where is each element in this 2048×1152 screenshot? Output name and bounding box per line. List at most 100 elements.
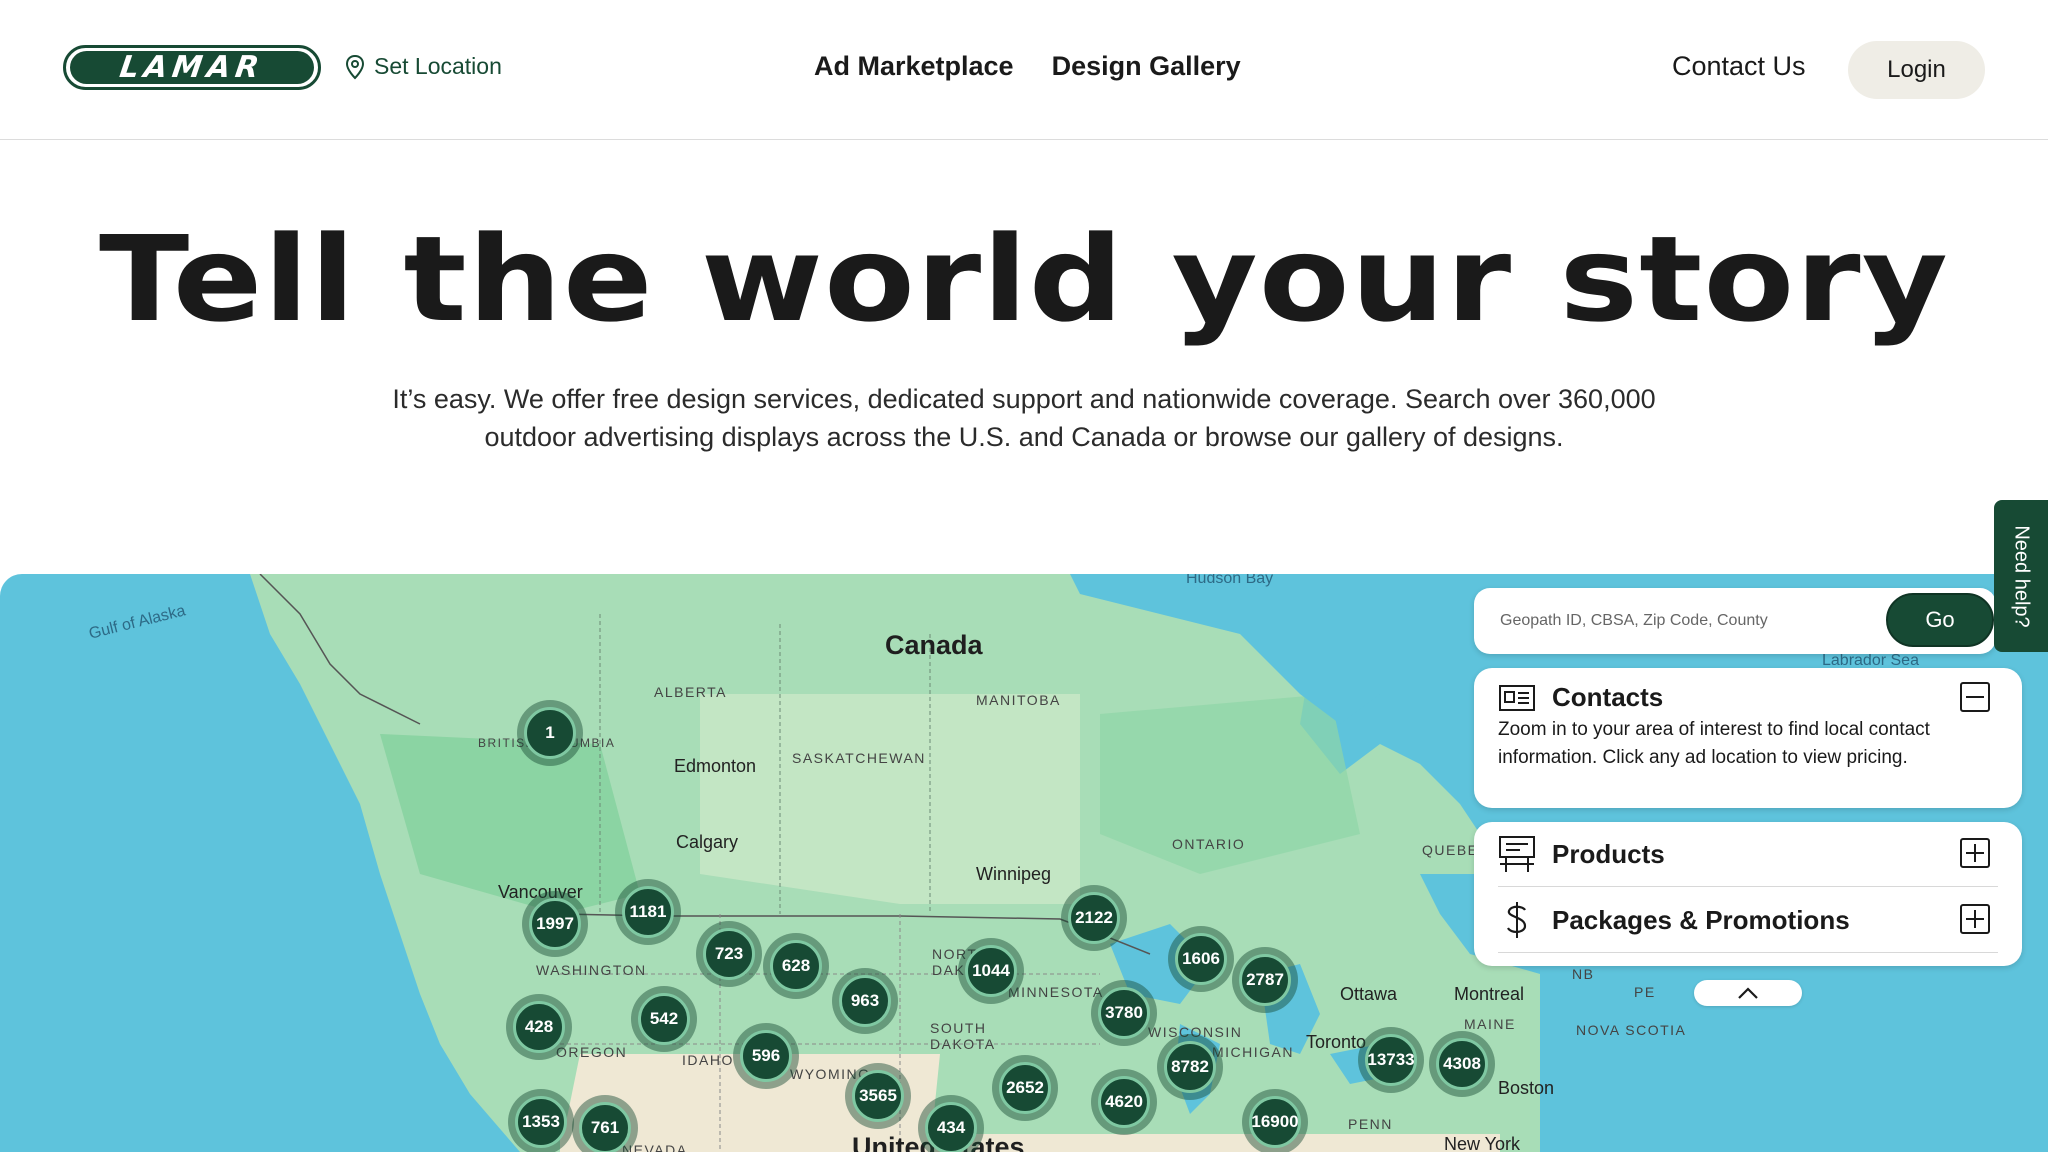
map-label-oregon: OREGON: [556, 1044, 628, 1060]
map-cluster[interactable]: 596: [733, 1023, 799, 1089]
contacts-description: Zoom in to your area of interest to find…: [1498, 719, 1930, 768]
map-cluster-count: 2122: [1068, 892, 1120, 944]
need-help-tab[interactable]: Need help?: [1994, 500, 2048, 652]
plus-icon: [1966, 910, 1984, 928]
map-cluster[interactable]: 4308: [1429, 1031, 1495, 1097]
map-label-nova-scotia: NOVA SCOTIA: [1576, 1022, 1687, 1038]
map-cluster-count: 1997: [529, 898, 581, 950]
packages-header[interactable]: Packages & Promotions: [1498, 900, 1850, 940]
map-cluster[interactable]: 723: [696, 921, 762, 987]
map-cluster-count: 4308: [1436, 1038, 1488, 1090]
map-cluster[interactable]: 1997: [522, 891, 588, 957]
map-cluster[interactable]: 2787: [1232, 947, 1298, 1013]
map-label-boston: Boston: [1498, 1078, 1555, 1098]
map-cluster-count: 428: [513, 1001, 565, 1053]
map-cluster-count: 4620: [1098, 1076, 1150, 1128]
contact-card-icon: [1499, 684, 1535, 711]
map-cluster-count: 628: [770, 940, 822, 992]
nav-design-gallery[interactable]: Design Gallery: [1052, 51, 1241, 82]
chevron-up-icon: [1738, 987, 1758, 999]
map-label-toronto: Toronto: [1306, 1032, 1367, 1052]
map-cluster[interactable]: 1353: [508, 1089, 574, 1152]
map-pin-icon: [345, 54, 365, 79]
map-label-ontario: ONTARIO: [1172, 836, 1246, 852]
map-cluster[interactable]: 2122: [1061, 885, 1127, 951]
hero-subtitle-line-1: It’s easy. We offer free design services…: [392, 384, 1656, 414]
billboard-icon: [1499, 836, 1535, 872]
location-search-input[interactable]: [1500, 600, 1860, 642]
logo-badge: LAMAR: [70, 50, 314, 85]
contact-us-link[interactable]: Contact Us: [1672, 51, 1806, 82]
map-cluster[interactable]: 428: [506, 994, 572, 1060]
map-label-penn: PENN: [1348, 1116, 1393, 1132]
products-panel: Products Packages & Promotions: [1474, 822, 2022, 966]
map-cluster[interactable]: 1181: [615, 879, 681, 945]
lamar-logo[interactable]: LAMAR: [63, 45, 321, 90]
map-cluster-count: 596: [740, 1030, 792, 1082]
products-expand-toggle[interactable]: [1960, 838, 1990, 868]
map-cluster-count: 1044: [965, 945, 1017, 997]
map-cluster[interactable]: 4620: [1091, 1069, 1157, 1135]
map-cluster[interactable]: 8782: [1157, 1034, 1223, 1100]
map-cluster[interactable]: 13733: [1358, 1027, 1424, 1093]
map-label-montreal: Montreal: [1454, 984, 1525, 1004]
map-label-edmonton: Edmonton: [674, 756, 757, 776]
site-header: LAMAR Set Location Ad Marketplace Design…: [0, 0, 2048, 140]
map-label-nb: NB: [1572, 966, 1595, 982]
map-cluster[interactable]: 3565: [845, 1063, 911, 1129]
map-cluster[interactable]: 434: [918, 1095, 984, 1152]
map-cluster-count: 2787: [1239, 954, 1291, 1006]
contacts-header[interactable]: Contacts: [1498, 682, 1663, 713]
login-button[interactable]: Login: [1848, 41, 1985, 99]
map-label-alberta: ALBERTA: [654, 684, 728, 700]
contacts-title: Contacts: [1552, 682, 1664, 712]
map-cluster[interactable]: 3780: [1091, 980, 1157, 1046]
map-cluster[interactable]: 542: [631, 986, 697, 1052]
map-label-pe: PE: [1634, 984, 1656, 1000]
map-cluster[interactable]: 2652: [992, 1055, 1058, 1121]
nav-ad-marketplace[interactable]: Ad Marketplace: [814, 51, 1014, 82]
contacts-collapse-toggle[interactable]: [1960, 682, 1990, 712]
products-header[interactable]: Products: [1498, 834, 1665, 874]
map-cluster[interactable]: 628: [763, 933, 829, 999]
search-go-button[interactable]: Go: [1886, 593, 1994, 647]
map-cluster-count: 1: [524, 707, 576, 759]
map-label-winnipeg: Winnipeg: [976, 864, 1052, 884]
map-label-maine: MAINE: [1464, 1016, 1516, 1032]
map-cluster[interactable]: 1: [517, 700, 583, 766]
map-cluster[interactable]: 963: [832, 968, 898, 1034]
set-location-button[interactable]: Set Location: [344, 53, 502, 80]
packages-expand-toggle[interactable]: [1960, 904, 1990, 934]
map-cluster[interactable]: 761: [572, 1095, 638, 1152]
map-label-ottawa: Ottawa: [1340, 984, 1398, 1004]
map-label-hudson-bay: Hudson Bay: [1186, 574, 1274, 587]
minus-icon: [1966, 696, 1984, 698]
map-cluster-count: 761: [579, 1102, 631, 1152]
collapse-panels-button[interactable]: [1694, 980, 1802, 1006]
contacts-panel: Contacts Zoom in to your area of interes…: [1474, 668, 2022, 808]
map-cluster-count: 963: [839, 975, 891, 1027]
map-cluster[interactable]: 1044: [958, 938, 1024, 1004]
map-label-washington: WASHINGTON: [536, 962, 647, 978]
panel-divider: [1498, 886, 1998, 887]
map-cluster-count: 3565: [852, 1070, 904, 1122]
map-label-michigan: MICHIGAN: [1212, 1044, 1294, 1060]
map-label-south-dakota: SOUTH DAKOTA: [930, 1020, 996, 1052]
map-label-calgary: Calgary: [676, 832, 739, 852]
map-label-manitoba: MANITOBA: [976, 692, 1061, 708]
hero-subtitle-line-2: outdoor advertising displays across the …: [484, 422, 1564, 452]
map-cluster-count: 2652: [999, 1062, 1051, 1114]
hero-subtitle: It’s easy. We offer free design services…: [324, 380, 1724, 456]
hero-title: Tell the world your story: [99, 210, 1949, 348]
map-cluster-count: 542: [638, 993, 690, 1045]
need-help-label: Need help?: [2010, 524, 2033, 628]
set-location-label: Set Location: [374, 53, 502, 79]
map-cluster-count: 1181: [622, 886, 674, 938]
products-title: Products: [1552, 838, 1665, 869]
map-cluster-count: 3780: [1098, 987, 1150, 1039]
map-cluster[interactable]: 1606: [1168, 926, 1234, 992]
map-cluster-count: 723: [703, 928, 755, 980]
map-cluster-count: 16900: [1249, 1096, 1301, 1148]
map-label-minnesota: MINNESOTA: [1008, 984, 1104, 1000]
map-cluster[interactable]: 16900: [1242, 1089, 1308, 1152]
